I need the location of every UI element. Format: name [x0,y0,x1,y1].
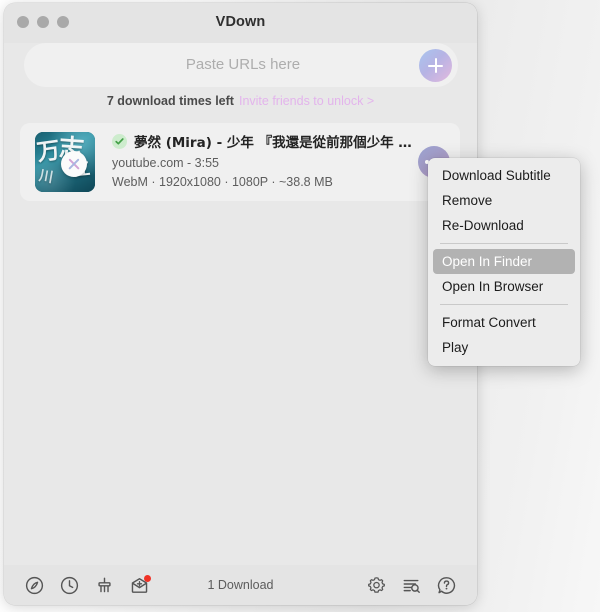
menu-separator [440,304,568,305]
help-icon[interactable] [436,575,457,596]
thumbnail-glyph: 川 [37,167,55,187]
bottom-toolbar: 1 Download [4,565,477,605]
menu-item-format-convert[interactable]: Format Convert [433,310,575,335]
download-item-title-row: 夢然 (Mira) - 少年 『我還是從前那個少年 沒… [112,131,414,151]
url-input[interactable] [24,55,462,74]
menu-item-open-in-finder[interactable]: Open In Finder [433,249,575,274]
menu-item-play[interactable]: Play [433,335,575,360]
inbox-icon[interactable] [129,574,151,596]
download-item-details: 夢然 (Mira) - 少年 『我還是從前那個少年 沒… youtube.com… [112,131,414,189]
download-item-meta: WebM · 1920x1080 · 1080P · ~38.8 MB [112,175,333,189]
clock-icon[interactable] [59,575,80,596]
context-menu-group: Format Convert Play [428,310,580,360]
check-circle-icon [112,133,127,149]
url-bar-container [24,43,462,87]
menu-item-download-subtitle[interactable]: Download Subtitle [433,163,575,188]
url-bar[interactable] [24,43,462,87]
list-search-icon[interactable] [401,575,422,596]
plus-icon [428,58,443,73]
menu-item-remove[interactable]: Remove [433,188,575,213]
broom-icon[interactable] [94,575,115,596]
app-window: VDown 7 download times left Invite friend… [4,3,477,605]
close-icon[interactable] [61,151,87,177]
quota-row: 7 download times left Invite friends to u… [4,94,477,108]
bottom-toolbar-left [24,574,151,596]
compass-icon[interactable] [24,575,45,596]
invite-friends-link[interactable]: Invite friends to unlock > [239,94,374,108]
title-bar: VDown [4,3,477,43]
gear-icon[interactable] [366,575,387,596]
context-menu-group: Open In Finder Open In Browser [428,249,580,299]
bottom-toolbar-right [366,575,457,596]
quota-text: 7 download times left [106,94,234,108]
menu-item-open-in-browser[interactable]: Open In Browser [433,274,575,299]
context-menu-group: Download Subtitle Remove Re-Download [428,163,580,238]
download-item-source: youtube.com - 3:55 [112,156,220,170]
notification-badge [144,574,151,582]
menu-separator [440,243,568,244]
download-list: 万 志 江 川 夢然 (Mira) - 少年 『我還是從前那個少年 沒… [4,115,477,565]
download-item-row[interactable]: 万 志 江 川 夢然 (Mira) - 少年 『我還是從前那個少年 沒… [20,123,460,201]
download-item-title: 夢然 (Mira) - 少年 『我還是從前那個少年 沒… [134,135,414,151]
context-menu[interactable]: Download Subtitle Remove Re-Download Ope… [428,158,580,366]
window-title: VDown [215,14,266,30]
menu-item-re-download[interactable]: Re-Download [433,213,575,238]
add-download-button[interactable] [419,49,452,82]
desktop-backdrop: VDown 7 download times left Invite friend… [0,0,600,612]
